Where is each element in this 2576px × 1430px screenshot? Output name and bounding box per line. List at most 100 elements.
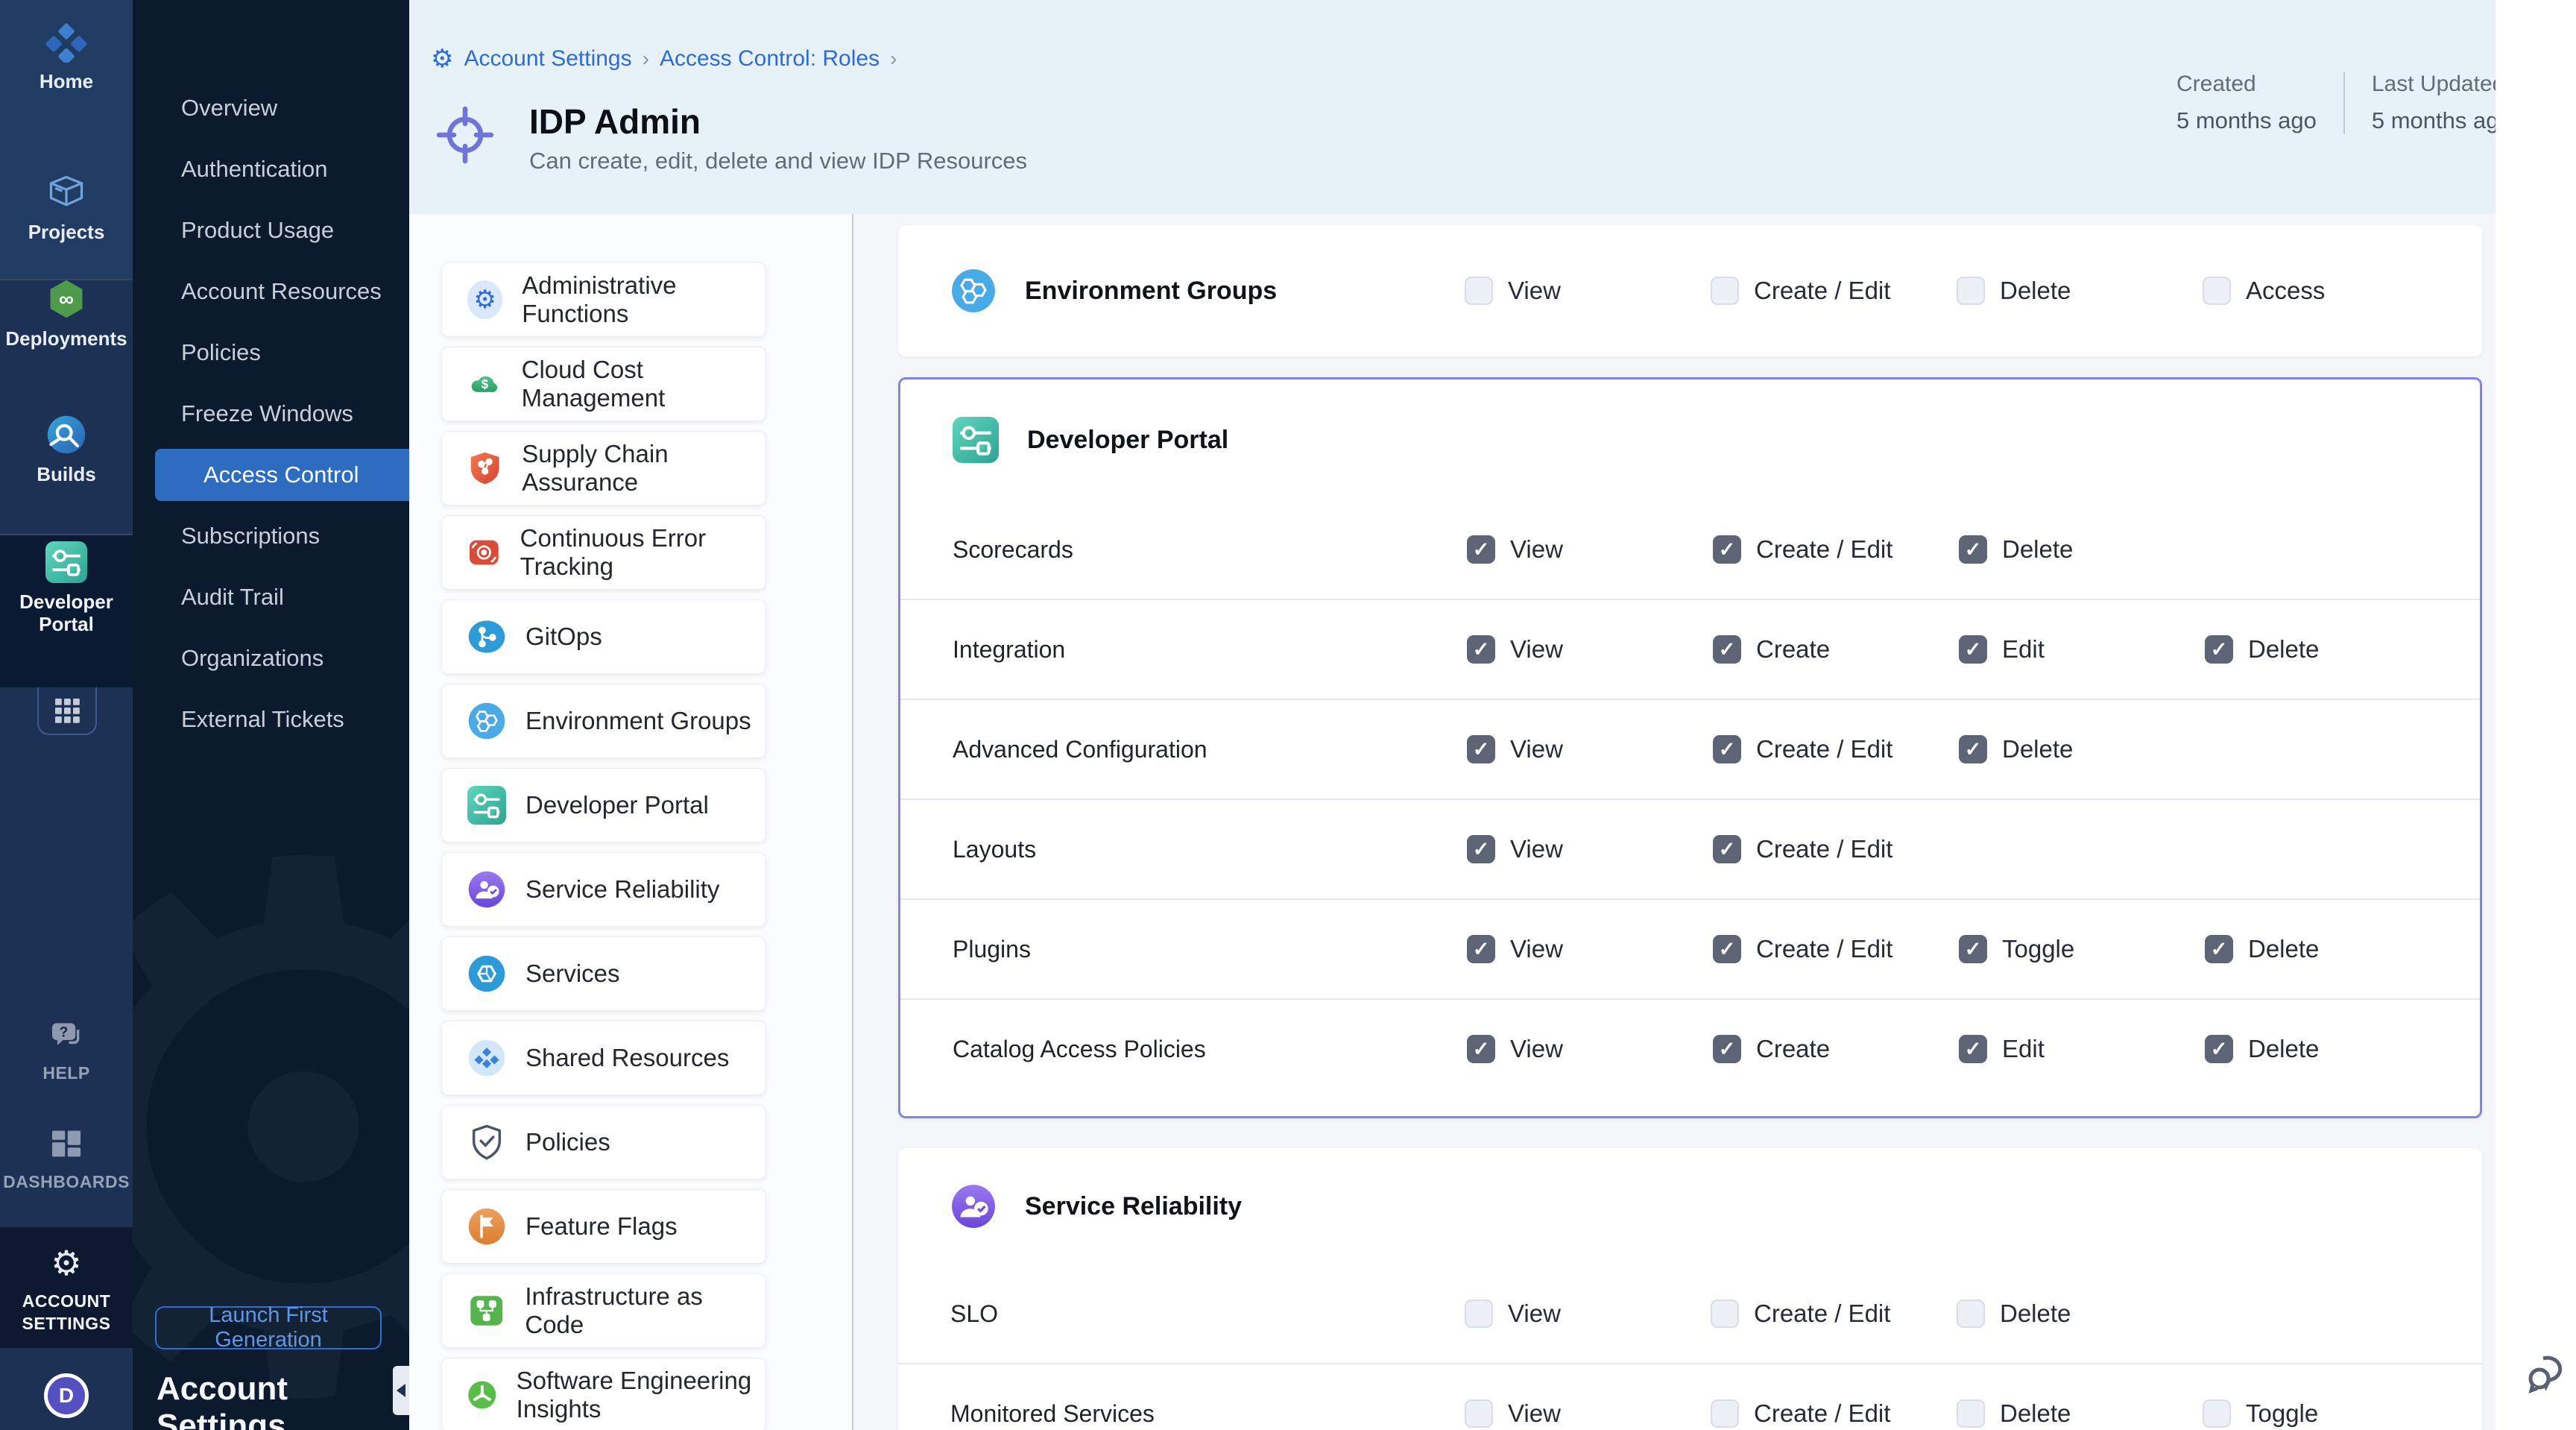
checkbox-label: Toggle xyxy=(2002,935,2074,963)
section-title: Service Reliability xyxy=(1025,1192,1242,1221)
launch-first-generation-button[interactable]: Launch First Generation xyxy=(155,1306,382,1349)
permission-create-edit: Create / Edit xyxy=(1711,277,1957,305)
right-margin xyxy=(2496,0,2576,1430)
left-rail: Home Projects∞Deployments BuildsDeveloper … xyxy=(0,0,133,1430)
module-picker-button[interactable] xyxy=(37,687,97,735)
checkbox-view[interactable] xyxy=(1465,277,1493,305)
permission-row-catalog-access-policies: Catalog Access PoliciesViewCreateEditDel… xyxy=(900,998,2480,1098)
rail-item-builds[interactable]: Builds xyxy=(0,414,133,533)
resource-item-gitops[interactable]: GitOps xyxy=(441,599,766,674)
checkbox-create[interactable] xyxy=(1713,635,1741,664)
checkbox-view[interactable] xyxy=(1467,1035,1495,1063)
resource-item-label: Services xyxy=(525,960,620,988)
sidebar-item-freeze-windows[interactable]: Freeze Windows xyxy=(133,388,409,440)
checkbox-view[interactable] xyxy=(1465,1300,1493,1328)
checkbox-delete[interactable] xyxy=(2205,635,2233,664)
resource-item-services[interactable]: Services xyxy=(441,936,766,1011)
rail-divider xyxy=(0,534,133,535)
sidebar-item-authentication[interactable]: Authentication xyxy=(133,143,409,195)
breadcrumb-account-settings[interactable]: Account Settings xyxy=(464,46,631,72)
checkbox-view[interactable] xyxy=(1467,835,1495,863)
checkbox-create-edit[interactable] xyxy=(1713,935,1741,963)
checkbox-delete[interactable] xyxy=(1957,1399,1985,1428)
permission-card-environment-groups: Environment GroupsViewCreate / EditDelet… xyxy=(898,225,2482,356)
checkbox-label: Delete xyxy=(2000,1399,2071,1428)
checkbox-toggle[interactable] xyxy=(1959,935,1987,963)
sidebar-item-organizations[interactable]: Organizations xyxy=(133,632,409,684)
checkbox-toggle[interactable] xyxy=(2203,1399,2231,1428)
sidebar-item-access-control[interactable]: Access Control xyxy=(155,449,409,501)
breadcrumb-access-control-roles[interactable]: Access Control: Roles xyxy=(660,46,880,72)
sidebar-item-subscriptions[interactable]: Subscriptions xyxy=(133,510,409,562)
rail-item-dashboards[interactable]: DASHBOARDS xyxy=(0,1124,133,1193)
checkbox-delete[interactable] xyxy=(1957,1300,1985,1328)
checkbox-view[interactable] xyxy=(1467,735,1495,763)
checkbox-delete[interactable] xyxy=(2205,1035,2233,1063)
resource-item-label: Administrative Functions xyxy=(522,271,765,328)
svg-text:∞: ∞ xyxy=(59,287,74,310)
resource-item-supply-chain-assurance[interactable]: Supply Chain Assurance xyxy=(441,431,766,505)
checkbox-create-edit[interactable] xyxy=(1711,277,1739,305)
checkbox-edit[interactable] xyxy=(1959,635,1987,664)
user-avatar[interactable]: D xyxy=(44,1373,89,1418)
sidebar-item-audit-trail[interactable]: Audit Trail xyxy=(133,571,409,623)
row-label: Catalog Access Policies xyxy=(953,1036,1467,1063)
sidebar-item-overview[interactable]: Overview xyxy=(133,82,409,134)
resource-item-administrative-functions[interactable]: ⚙Administrative Functions xyxy=(441,262,766,337)
sidebar-collapse-button[interactable] xyxy=(393,1366,409,1415)
rail-item-home[interactable]: Home xyxy=(0,21,133,140)
sidebar-item-external-tickets[interactable]: External Tickets xyxy=(133,693,409,746)
resource-item-policies[interactable]: Policies xyxy=(441,1105,766,1179)
sidebar-item-account-resources[interactable]: Account Resources xyxy=(133,265,409,318)
permission-view: View xyxy=(1467,935,1713,963)
checkbox-create-edit[interactable] xyxy=(1713,535,1741,564)
checkbox-create-edit[interactable] xyxy=(1713,735,1741,763)
permission-view: View xyxy=(1465,1399,1711,1428)
permission-access: Access xyxy=(2203,277,2449,305)
resource-item-software-engineering-insights[interactable]: Software Engineering Insights xyxy=(441,1358,766,1430)
checkbox-create-edit[interactable] xyxy=(1713,835,1741,863)
checkbox-create-edit[interactable] xyxy=(1711,1399,1739,1428)
checkbox-view[interactable] xyxy=(1467,935,1495,963)
resource-item-infrastructure-as-code[interactable]: Infrastructure as Code xyxy=(441,1273,766,1348)
resource-item-shared-resources[interactable]: Shared Resources xyxy=(441,1021,766,1095)
checkbox-delete[interactable] xyxy=(2205,935,2233,963)
resource-item-cloud-cost-management[interactable]: $Cloud Cost Management xyxy=(441,347,766,421)
permission-edit: Edit xyxy=(1959,1035,2205,1063)
checkbox-view[interactable] xyxy=(1467,535,1495,564)
section-title: Environment Groups xyxy=(1025,277,1277,306)
checkbox-view[interactable] xyxy=(1467,635,1495,664)
resource-item-feature-flags[interactable]: Feature Flags xyxy=(441,1189,766,1264)
gear-icon: ⚙ xyxy=(431,46,453,72)
rail-item-help[interactable]: ?HELP xyxy=(0,1015,133,1084)
checkbox-delete[interactable] xyxy=(1959,735,1987,763)
services-icon xyxy=(467,954,506,993)
checkbox-edit[interactable] xyxy=(1959,1035,1987,1063)
resource-item-developer-portal[interactable]: Developer Portal xyxy=(441,768,766,842)
section-header: Service Reliability xyxy=(898,1148,2482,1264)
resource-item-environment-groups[interactable]: Environment Groups xyxy=(441,684,766,758)
checkbox-create[interactable] xyxy=(1713,1035,1741,1063)
updated-label: Last Updated xyxy=(2372,72,2512,97)
section-title: Developer Portal xyxy=(1027,426,1228,455)
checkbox-access[interactable] xyxy=(2203,277,2231,305)
rail-item-developer-portal[interactable]: Developer Portal xyxy=(0,541,133,683)
chat-support-icon[interactable] xyxy=(2523,1348,2572,1397)
target-crosshair-icon xyxy=(436,103,494,167)
resource-item-service-reliability[interactable]: Service Reliability xyxy=(441,852,766,927)
checkbox-view[interactable] xyxy=(1465,1399,1493,1428)
checkbox-label: Delete xyxy=(2002,535,2073,564)
sidebar-item-policies[interactable]: Policies xyxy=(133,327,409,379)
rail-item-projects[interactable]: Projects xyxy=(0,171,133,291)
svg-text:?: ? xyxy=(60,1025,69,1041)
created-label: Created xyxy=(2176,72,2317,97)
resource-item-continuous-error-tracking[interactable]: Continuous Error Tracking xyxy=(441,515,766,590)
rail-item-deployments[interactable]: ∞Deployments xyxy=(0,278,133,397)
checkbox-delete[interactable] xyxy=(1959,535,1987,564)
checkbox-create-edit[interactable] xyxy=(1711,1300,1739,1328)
sidebar-item-label: Overview xyxy=(181,95,277,122)
sidebar-item-product-usage[interactable]: Product Usage xyxy=(133,204,409,256)
checkbox-delete[interactable] xyxy=(1957,277,1985,305)
rail-item-account-settings[interactable]: ⚙ACCOUNT SETTINGS xyxy=(0,1244,133,1335)
gitops-icon xyxy=(467,617,506,656)
